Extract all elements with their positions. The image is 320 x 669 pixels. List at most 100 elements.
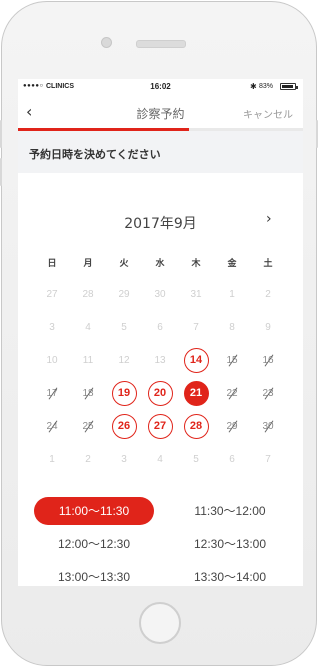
calendar-day-disabled: 4 — [70, 311, 106, 344]
day-number: 2 — [265, 289, 271, 300]
earpiece-speaker — [136, 40, 186, 48]
calendar-day-full: 30 — [250, 410, 286, 443]
calendar-day-available[interactable]: 20 — [142, 377, 178, 410]
calendar-day-available[interactable]: 19 — [106, 377, 142, 410]
day-number: 6 — [229, 454, 235, 465]
day-number: 13 — [154, 355, 166, 366]
day-number: 9 — [265, 322, 271, 333]
cancel-button[interactable]: キャンセル — [243, 106, 293, 121]
day-number: 20 — [153, 387, 167, 399]
status-bar: ●●●●○ CLINICS 16:02 ✱ 83% — [18, 79, 303, 95]
calendar-day-disabled: 3 — [106, 443, 142, 476]
instruction-header: 予約日時を決めてください — [18, 131, 303, 173]
calendar-day-disabled: 6 — [142, 311, 178, 344]
calendar-day-full: 17 — [34, 377, 70, 410]
day-number: 27 — [46, 289, 58, 300]
day-number: 14 — [189, 354, 203, 366]
calendar-grid: 2728293031123456789101112131415161718192… — [34, 278, 286, 478]
day-number: 11 — [82, 355, 94, 366]
calendar-day-selected[interactable]: 21 — [178, 377, 214, 410]
day-number: 30 — [154, 289, 166, 300]
day-number: 10 — [46, 355, 58, 366]
day-number: 19 — [117, 387, 131, 399]
calendar-day-full: 23 — [250, 377, 286, 410]
calendar-day-full: 16 — [250, 344, 286, 377]
home-button[interactable] — [139, 602, 181, 644]
day-number: 6 — [157, 322, 163, 333]
time-slot[interactable]: 11:30〜12:00 — [170, 497, 290, 525]
day-number: 26 — [117, 420, 131, 432]
calendar-day-disabled: 10 — [34, 344, 70, 377]
time-slot[interactable]: 12:00〜12:30 — [34, 530, 154, 558]
volume-up-button — [0, 120, 2, 148]
weekday-label: 金 — [227, 259, 237, 269]
app-screen: ●●●●○ CLINICS 16:02 ✱ 83% ‹ 診察予約 キャンセル 予… — [18, 79, 303, 586]
weekday-label: 土 — [263, 259, 273, 269]
calendar-day-disabled: 6 — [214, 443, 250, 476]
weekday-label: 木 — [191, 259, 201, 269]
day-number: 1 — [229, 289, 235, 300]
time-slot-selected[interactable]: 11:00〜11:30 — [34, 497, 154, 525]
day-number: 7 — [193, 322, 199, 333]
calendar-day-full: 25 — [70, 410, 106, 443]
day-number: 5 — [121, 322, 127, 333]
calendar-day-available[interactable]: 14 — [178, 344, 214, 377]
calendar-day-disabled: 8 — [214, 311, 250, 344]
time-slot[interactable]: 13:00〜13:30 — [34, 563, 154, 586]
day-number: 8 — [229, 322, 235, 333]
day-number: 27 — [153, 420, 167, 432]
day-number: 28 — [189, 420, 203, 432]
day-number: 3 — [49, 322, 55, 333]
instruction-text: 予約日時を決めてください — [29, 148, 161, 161]
battery-nub — [296, 85, 298, 89]
bluetooth-icon: ✱ — [250, 82, 257, 91]
day-number: 2 — [85, 454, 91, 465]
weekday-header: 日月火水木金土 — [34, 256, 286, 270]
calendar-day-disabled: 4 — [142, 443, 178, 476]
time-slot[interactable]: 12:30〜13:00 — [170, 530, 290, 558]
time-slot[interactable]: 13:30〜14:00 — [170, 563, 290, 586]
calendar-day-available[interactable]: 28 — [178, 410, 214, 443]
day-number: 12 — [118, 355, 130, 366]
weekday-label: 火 — [119, 259, 129, 269]
calendar-day-disabled: 2 — [250, 278, 286, 311]
power-button — [316, 120, 318, 148]
battery-fill — [282, 85, 293, 88]
calendar-day-disabled: 27 — [34, 278, 70, 311]
calendar-month-label: 2017年9月 — [124, 216, 197, 232]
calendar-day-disabled: 2 — [70, 443, 106, 476]
next-month-chevron-icon[interactable]: › — [266, 211, 272, 227]
calendar-day-full: 22 — [214, 377, 250, 410]
day-number: 5 — [193, 454, 199, 465]
calendar-day-disabled: 1 — [214, 278, 250, 311]
battery-icon — [280, 83, 298, 90]
calendar-day-disabled: 29 — [106, 278, 142, 311]
calendar-day-disabled: 13 — [142, 344, 178, 377]
weekday-label: 日 — [47, 259, 57, 269]
volume-down-button — [0, 158, 2, 186]
calendar-day-available[interactable]: 27 — [142, 410, 178, 443]
weekday-label: 月 — [83, 259, 93, 269]
calendar-day-full: 18 — [70, 377, 106, 410]
calendar-day-disabled: 3 — [34, 311, 70, 344]
calendar-day-full: 24 — [34, 410, 70, 443]
calendar-day-disabled: 12 — [106, 344, 142, 377]
day-number: 7 — [265, 454, 271, 465]
calendar-day-disabled: 7 — [250, 443, 286, 476]
calendar-day-disabled: 5 — [106, 311, 142, 344]
front-camera — [101, 37, 112, 48]
day-number: 4 — [157, 454, 163, 465]
weekday-label: 水 — [155, 259, 165, 269]
calendar-day-full: 29 — [214, 410, 250, 443]
calendar-day-disabled: 31 — [178, 278, 214, 311]
phone-frame: ●●●●○ CLINICS 16:02 ✱ 83% ‹ 診察予約 キャンセル 予… — [0, 0, 320, 669]
calendar-day-disabled: 7 — [178, 311, 214, 344]
calendar-day-disabled: 5 — [178, 443, 214, 476]
calendar-day-available[interactable]: 26 — [106, 410, 142, 443]
day-number: 31 — [190, 289, 202, 300]
day-number: 1 — [49, 454, 55, 465]
day-number: 3 — [121, 454, 127, 465]
calendar-day-disabled: 1 — [34, 443, 70, 476]
day-number: 28 — [82, 289, 94, 300]
day-number: 29 — [118, 289, 130, 300]
